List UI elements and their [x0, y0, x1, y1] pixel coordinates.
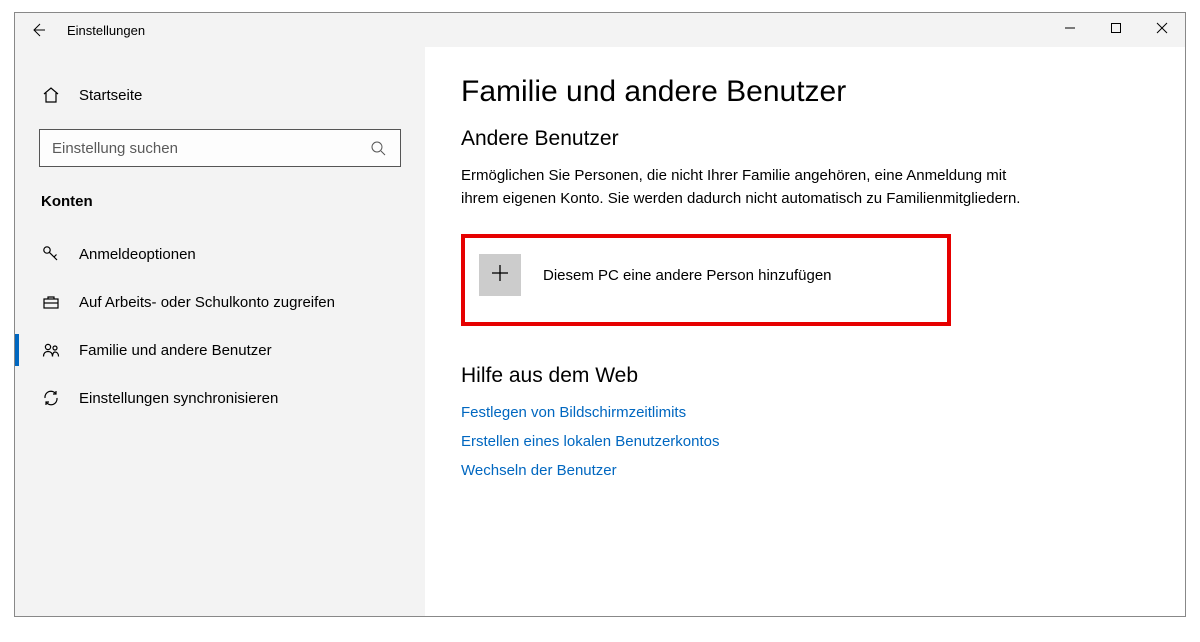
sidebar-item-label: Auf Arbeits- oder Schulkonto zugreifen — [79, 294, 335, 311]
sidebar-item-family-users[interactable]: Familie und andere Benutzer — [15, 326, 425, 374]
window-title: Einstellungen — [67, 23, 145, 38]
section-subtitle: Andere Benutzer — [461, 127, 1145, 151]
search-input[interactable] — [52, 140, 368, 157]
sidebar-section-title: Konten — [15, 189, 425, 230]
sidebar-item-work-school[interactable]: Auf Arbeits- oder Schulkonto zugreifen — [15, 278, 425, 326]
home-icon — [41, 85, 61, 105]
maximize-icon — [1110, 21, 1122, 39]
sidebar-item-label: Familie und andere Benutzer — [79, 342, 272, 359]
sidebar-item-signin-options[interactable]: Anmeldeoptionen — [15, 230, 425, 278]
close-icon — [1156, 21, 1168, 39]
home-link[interactable]: Startseite — [15, 77, 425, 113]
minimize-button[interactable] — [1047, 13, 1093, 47]
sync-icon — [41, 388, 61, 408]
sidebar: Startseite Konten Anmeldeoptionen Au — [15, 47, 425, 616]
maximize-button[interactable] — [1093, 13, 1139, 47]
page-title: Familie und andere Benutzer — [461, 75, 1145, 109]
plus-icon-box — [479, 254, 521, 296]
minimize-icon — [1064, 21, 1076, 39]
search-box[interactable] — [39, 129, 401, 167]
section-description: Ermöglichen Sie Personen, die nicht Ihre… — [461, 165, 1041, 210]
sidebar-item-label: Einstellungen synchronisieren — [79, 390, 278, 407]
help-link-screentime[interactable]: Festlegen von Bildschirmzeitlimits — [461, 404, 1145, 421]
home-label: Startseite — [79, 87, 142, 104]
search-icon — [368, 138, 388, 158]
main-content: Familie und andere Benutzer Andere Benut… — [425, 47, 1185, 616]
briefcase-icon — [41, 292, 61, 312]
plus-icon — [490, 263, 510, 288]
sidebar-item-label: Anmeldeoptionen — [79, 246, 196, 263]
settings-window: Einstellungen Startseite — [14, 12, 1186, 617]
help-link-local-account[interactable]: Erstellen eines lokalen Benutzerkontos — [461, 433, 1145, 450]
sidebar-item-sync[interactable]: Einstellungen synchronisieren — [15, 374, 425, 422]
close-button[interactable] — [1139, 13, 1185, 47]
titlebar: Einstellungen — [15, 13, 1185, 47]
help-section-title: Hilfe aus dem Web — [461, 364, 1145, 388]
back-button[interactable] — [15, 13, 61, 47]
body: Startseite Konten Anmeldeoptionen Au — [15, 47, 1185, 616]
people-icon — [41, 340, 61, 360]
help-link-switch-user[interactable]: Wechseln der Benutzer — [461, 462, 1145, 479]
arrow-left-icon — [28, 20, 48, 40]
add-person-label: Diesem PC eine andere Person hinzufügen — [543, 267, 832, 284]
window-controls — [1047, 13, 1185, 47]
key-icon — [41, 244, 61, 264]
add-person-button[interactable]: Diesem PC eine andere Person hinzufügen — [461, 234, 951, 326]
